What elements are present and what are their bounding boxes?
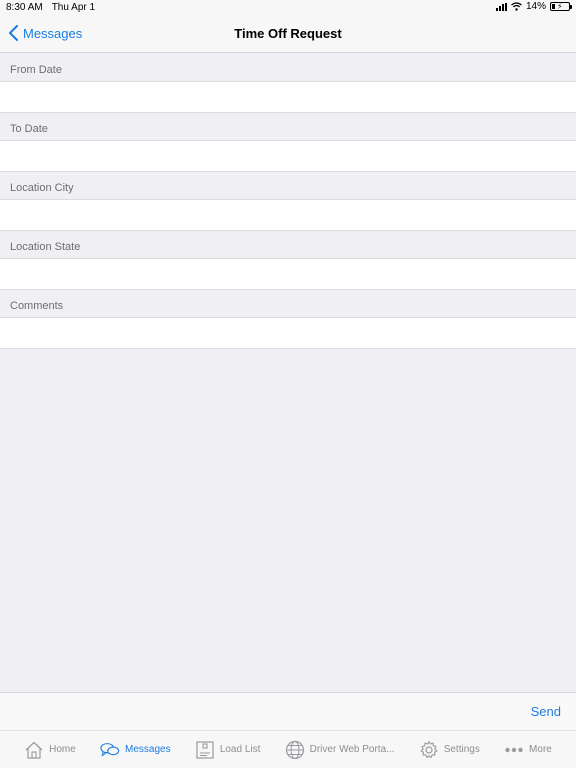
to-date-row xyxy=(0,140,576,172)
wifi-icon xyxy=(511,2,522,11)
comments-row xyxy=(0,317,576,349)
load-list-icon xyxy=(196,740,214,759)
tab-more-label: More xyxy=(529,744,552,755)
navigation-bar: Messages Time Off Request xyxy=(0,16,576,53)
battery-percent: 14% xyxy=(525,1,546,12)
chat-bubbles-icon xyxy=(100,742,120,757)
status-right: 14% ⚡ xyxy=(495,1,572,12)
to-date-label: To Date xyxy=(0,113,576,140)
more-dots-icon xyxy=(505,747,523,752)
status-date: Thu Apr 1 xyxy=(51,2,96,13)
from-date-row xyxy=(0,81,576,113)
cellular-signal-icon xyxy=(495,2,507,11)
page-title: Time Off Request xyxy=(234,26,342,41)
tab-load-list-label: Load List xyxy=(219,744,261,755)
comments-field[interactable] xyxy=(0,318,576,348)
location-city-row xyxy=(0,199,576,231)
tab-driver-web-portal[interactable]: Driver Web Porta... xyxy=(285,740,395,760)
gear-icon xyxy=(420,740,438,758)
battery-icon: ⚡ xyxy=(550,2,572,11)
tab-settings[interactable]: Settings xyxy=(419,740,480,760)
send-toolbar: Send xyxy=(0,692,576,730)
from-date-label: From Date xyxy=(0,54,576,81)
location-state-row xyxy=(0,258,576,290)
location-state-field[interactable] xyxy=(0,259,576,289)
status-time: 8:30 AM xyxy=(6,2,43,13)
tab-more[interactable]: More xyxy=(504,740,552,760)
globe-icon xyxy=(285,740,304,759)
status-bar: 8:30 AM Thu Apr 1 14% ⚡ xyxy=(0,0,576,16)
to-date-field[interactable] xyxy=(0,141,576,171)
status-left: 8:30 AM Thu Apr 1 xyxy=(6,2,95,13)
location-city-field[interactable] xyxy=(0,200,576,230)
tab-bar: Home Messages Load List Driver Web Porta… xyxy=(0,730,576,768)
tab-load-list[interactable]: Load List xyxy=(195,740,261,760)
tab-driver-web-portal-label: Driver Web Porta... xyxy=(309,744,395,755)
tab-messages[interactable]: Messages xyxy=(100,740,171,760)
comments-label: Comments xyxy=(0,290,576,317)
time-off-form: From Date To Date Location City Location… xyxy=(0,54,576,349)
home-icon xyxy=(25,741,43,759)
tab-home[interactable]: Home xyxy=(24,740,76,760)
send-button[interactable]: Send xyxy=(531,704,561,719)
tab-home-label: Home xyxy=(49,744,76,755)
location-state-label: Location State xyxy=(0,231,576,258)
tab-messages-label: Messages xyxy=(125,744,171,755)
from-date-field[interactable] xyxy=(0,82,576,112)
location-city-label: Location City xyxy=(0,172,576,199)
tab-settings-label: Settings xyxy=(443,744,480,755)
